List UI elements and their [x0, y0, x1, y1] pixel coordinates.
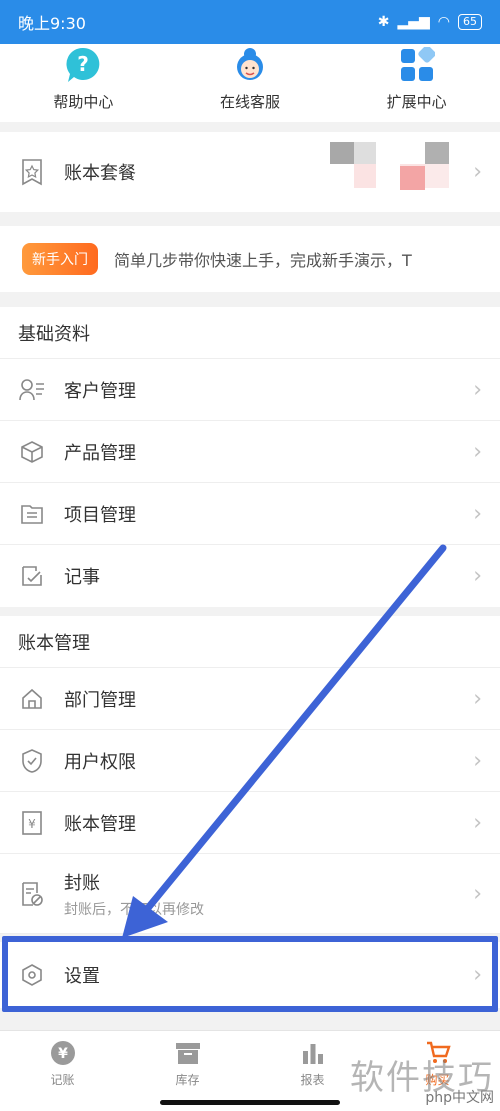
star-bookmark-icon — [18, 158, 46, 186]
bar-chart-icon — [302, 1044, 323, 1064]
close-books-item[interactable]: 封账 封账后，不可以再修改 › — [0, 854, 500, 934]
project-management-label: 项目管理 — [64, 504, 136, 526]
chevron-right-icon: › — [473, 810, 482, 835]
user-permissions-label: 用户权限 — [64, 751, 136, 773]
notes-item[interactable]: 记事 › — [0, 545, 500, 607]
svg-text:?: ? — [78, 52, 90, 76]
box-icon — [18, 438, 46, 466]
signal-icon: ▂▄▆ — [397, 14, 430, 30]
ledger-management-title: 账本管理 — [0, 616, 500, 668]
extensions-icon — [398, 46, 436, 84]
chevron-right-icon: › — [473, 962, 482, 988]
chevron-right-icon: › — [473, 686, 482, 711]
extension-center-label: 扩展中心 — [386, 93, 447, 111]
ledger-management-item[interactable]: ¥ 账本管理 › — [0, 792, 500, 854]
battery-icon: 65 — [458, 14, 482, 30]
package-row[interactable]: 账本套餐 › — [0, 132, 500, 212]
ledger-management-section: 账本管理 部门管理 › 用户权限 › ¥ 账本管理 › 封账 封账后，不可以再修… — [0, 616, 500, 934]
tab-inventory-label: 库存 — [175, 1073, 200, 1087]
status-bar: 晚上9:30 ✱ ▂▄▆ ◠ 65 — [0, 0, 500, 44]
basic-data-section: 基础资料 客户管理 › 产品管理 › 项目管理 › 记事 › — [0, 307, 500, 607]
project-management-item[interactable]: 项目管理 › — [0, 483, 500, 545]
chevron-right-icon: › — [473, 377, 482, 402]
chevron-right-icon: › — [473, 563, 482, 589]
close-books-sublabel: 封账后，不可以再修改 — [64, 901, 204, 918]
newbie-badge: 新手入门 — [22, 243, 98, 275]
extension-center-button[interactable]: 扩展中心 — [357, 44, 477, 112]
notes-label: 记事 — [64, 567, 100, 588]
settings-hexagon-icon — [18, 961, 46, 989]
svg-text:¥: ¥ — [58, 1046, 68, 1062]
help-center-label: 帮助中心 — [53, 93, 114, 111]
shield-check-icon — [18, 747, 46, 775]
status-icons: ✱ ▂▄▆ ◠ 65 — [378, 14, 482, 30]
chevron-right-icon: › — [473, 159, 482, 185]
chevron-right-icon: › — [473, 748, 482, 773]
status-time: 晚上9:30 — [18, 14, 86, 33]
tab-reports-label: 报表 — [300, 1073, 325, 1087]
basic-data-title: 基础资料 — [0, 307, 500, 359]
newbie-guide-banner[interactable]: 新手入门 简单几步带你快速上手，完成新手演示，T — [0, 226, 500, 292]
close-books-icon — [18, 880, 46, 908]
product-management-label: 产品管理 — [64, 442, 136, 464]
chevron-right-icon: › — [473, 881, 482, 906]
home-icon — [18, 685, 46, 713]
home-indicator — [160, 1100, 340, 1105]
svg-text:¥: ¥ — [28, 817, 36, 831]
ledger-management-label: 账本管理 — [64, 813, 136, 835]
newbie-text: 简单几步带你快速上手，完成新手演示，T — [114, 251, 412, 270]
folder-list-icon — [18, 500, 46, 528]
tab-inventory[interactable]: 库存 — [138, 1031, 238, 1111]
package-card: 账本套餐 › — [0, 132, 500, 212]
support-agent-icon — [231, 46, 269, 84]
department-management-item[interactable]: 部门管理 › — [0, 668, 500, 730]
settings-label: 设置 — [64, 966, 100, 987]
yen-coin-icon: ¥ — [50, 1041, 75, 1065]
edit-note-icon — [18, 562, 46, 590]
bluetooth-icon: ✱ — [377, 14, 390, 30]
help-center-button[interactable]: ? 帮助中心 — [23, 44, 143, 112]
settings-card: 设置 › — [0, 942, 500, 1008]
department-management-label: 部门管理 — [64, 689, 136, 711]
archive-box-icon — [175, 1043, 200, 1064]
help-icon: ? — [64, 46, 102, 84]
quick-actions: ? 帮助中心 在线客服 扩展中心 — [0, 44, 500, 122]
watermark-small-text: php中文网 — [425, 1090, 494, 1106]
settings-item[interactable]: 设置 › — [0, 942, 500, 1008]
customer-management-label: 客户管理 — [64, 380, 136, 402]
user-permissions-item[interactable]: 用户权限 › — [0, 730, 500, 792]
yen-ledger-icon: ¥ — [18, 809, 46, 837]
online-support-label: 在线客服 — [219, 93, 280, 111]
tab-reports[interactable]: 报表 — [263, 1031, 363, 1111]
close-books-text: 封账 封账后，不可以再修改 — [64, 869, 204, 919]
chevron-right-icon: › — [473, 501, 482, 526]
product-management-item[interactable]: 产品管理 › — [0, 421, 500, 483]
wifi-icon: ◠ — [437, 14, 450, 30]
close-books-label: 封账 — [64, 872, 100, 894]
chevron-right-icon: › — [473, 439, 482, 464]
customer-management-item[interactable]: 客户管理 › — [0, 359, 500, 421]
pixelated-placeholder-icon — [330, 142, 460, 206]
tab-bookkeeping[interactable]: ¥ 记账 — [13, 1031, 113, 1111]
online-support-button[interactable]: 在线客服 — [190, 44, 310, 112]
customer-icon — [18, 376, 46, 404]
package-label: 账本套餐 — [64, 163, 136, 184]
tab-bookkeeping-label: 记账 — [50, 1073, 75, 1087]
